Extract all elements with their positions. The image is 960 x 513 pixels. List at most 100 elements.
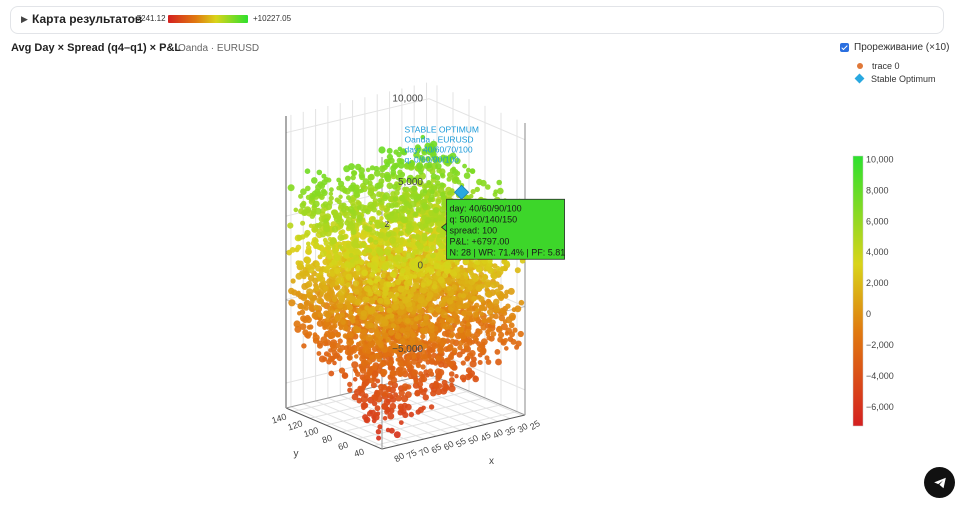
data-point — [433, 381, 438, 387]
data-point — [351, 393, 359, 401]
data-point — [431, 233, 437, 239]
data-point — [305, 316, 312, 323]
data-point — [440, 311, 448, 319]
data-point — [322, 237, 328, 243]
data-point — [343, 165, 351, 173]
data-point — [364, 305, 370, 311]
data-point — [296, 290, 301, 295]
data-point — [459, 285, 465, 291]
colorbar: 10,000 8,000 6,000 4,000 2,000 0 −2,000 −4,000 −… — [852, 155, 894, 427]
data-point — [449, 338, 456, 345]
data-point — [355, 371, 361, 378]
data-point — [407, 360, 412, 366]
data-point — [499, 266, 505, 271]
data-point — [458, 340, 464, 346]
data-point — [394, 292, 400, 297]
data-point — [422, 188, 428, 194]
data-point — [355, 326, 362, 333]
data-point — [377, 197, 383, 203]
data-point — [417, 406, 424, 413]
data-point — [346, 195, 351, 201]
data-point — [461, 310, 467, 317]
data-point — [445, 260, 451, 266]
data-point — [417, 296, 425, 304]
data-point — [423, 314, 430, 321]
data-point — [354, 354, 359, 359]
data-point — [454, 374, 459, 379]
colorbar-tick-label: 6,000 — [866, 216, 889, 226]
data-point — [386, 281, 392, 288]
data-point — [413, 316, 420, 322]
data-point — [352, 280, 360, 287]
data-point — [370, 264, 377, 271]
scatter3d-plot[interactable]: −5,00005,00010,000z253035404550556065707… — [0, 0, 960, 513]
data-point — [298, 304, 303, 309]
data-point — [426, 180, 432, 185]
data-point — [403, 200, 410, 207]
data-point — [397, 223, 404, 230]
data-point — [304, 256, 312, 264]
data-point — [446, 176, 452, 182]
data-point — [472, 311, 479, 318]
data-point — [384, 249, 392, 256]
data-point — [373, 412, 378, 417]
y-tick-label: 120 — [286, 418, 303, 432]
data-point — [430, 252, 436, 259]
tooltip-line: spread: 100 — [450, 225, 498, 235]
data-point — [310, 299, 315, 304]
data-point — [371, 394, 377, 400]
data-point — [479, 311, 484, 317]
data-point — [368, 220, 373, 225]
data-point — [316, 245, 322, 251]
data-point — [326, 254, 333, 260]
data-point — [439, 318, 445, 324]
data-point — [385, 242, 390, 247]
data-point — [494, 349, 501, 355]
data-point — [360, 402, 368, 409]
data-point — [384, 173, 391, 181]
data-point — [338, 348, 343, 354]
data-point — [442, 383, 449, 390]
x-axis-title: x — [489, 456, 494, 467]
data-point — [415, 362, 422, 369]
data-point — [319, 250, 327, 257]
data-point — [475, 266, 483, 273]
data-point — [433, 207, 440, 214]
data-point — [397, 317, 403, 323]
data-point — [415, 241, 421, 246]
data-point — [341, 202, 347, 208]
data-point — [352, 367, 358, 373]
tooltip-line: N: 28 | WR: 71.4% | PF: 5.81 — [450, 247, 566, 257]
data-point — [514, 305, 522, 313]
data-point — [287, 222, 294, 229]
data-point — [321, 173, 327, 179]
data-point — [386, 147, 393, 154]
data-point — [476, 294, 482, 300]
data-point — [476, 178, 483, 186]
data-point — [319, 231, 327, 238]
telegram-button[interactable] — [924, 467, 955, 498]
data-point — [430, 173, 437, 180]
data-point — [361, 383, 367, 390]
data-point — [408, 411, 415, 418]
data-point — [316, 297, 323, 304]
paper-plane-icon — [933, 477, 946, 488]
data-point — [372, 285, 379, 292]
data-point — [504, 346, 509, 351]
data-point — [459, 327, 464, 333]
data-point — [485, 332, 491, 337]
data-point — [426, 279, 433, 285]
data-point — [398, 194, 405, 201]
data-point — [376, 247, 384, 255]
data-point — [448, 344, 454, 350]
data-point — [334, 267, 341, 274]
y-tick-label: 100 — [302, 425, 319, 439]
data-point — [484, 355, 490, 361]
data-point — [352, 377, 358, 382]
data-point — [306, 241, 311, 247]
data-point — [415, 206, 422, 213]
data-point — [377, 424, 383, 430]
data-point — [443, 357, 450, 364]
data-point — [288, 299, 296, 307]
data-point — [510, 338, 517, 345]
